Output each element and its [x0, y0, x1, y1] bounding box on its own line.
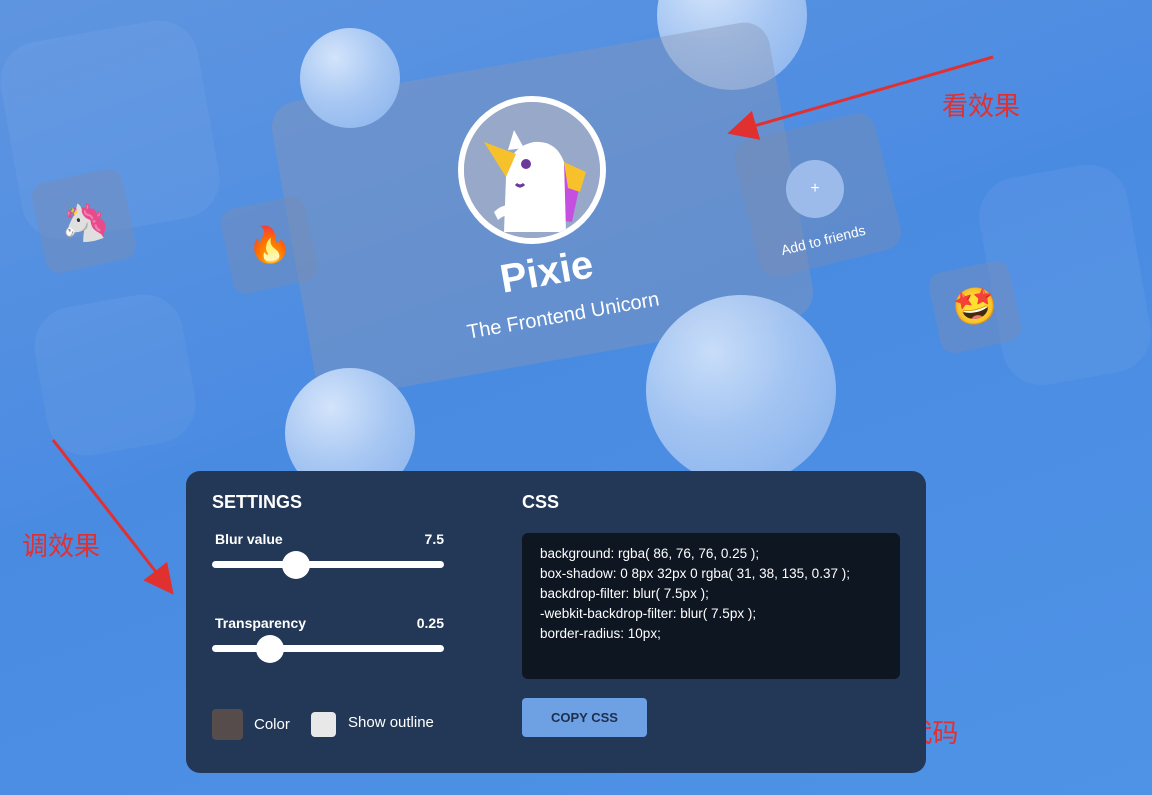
background-orb [646, 295, 836, 485]
unicorn-avatar [458, 96, 606, 244]
show-outline-checkbox[interactable] [311, 712, 336, 737]
view-effect-annotation: 看效果 [942, 92, 1021, 122]
css-line: background: rgba( 86, 76, 76, 0.25 ); [540, 546, 760, 561]
unicorn-tile: 🦄 [29, 166, 139, 276]
settings-title: SETTINGS [212, 492, 303, 512]
color-picker[interactable] [212, 709, 243, 740]
css-line: backdrop-filter: blur( 7.5px ); [540, 586, 709, 601]
add-friend-button[interactable]: + [786, 160, 844, 218]
unicorn-icon [464, 102, 600, 238]
fire-tile: 🔥 [217, 193, 321, 297]
fire-emoji-icon: 🔥 [242, 219, 296, 270]
copy-css-button[interactable]: COPY CSS [522, 698, 647, 737]
css-code-block[interactable]: background: rgba( 86, 76, 76, 0.25 ); bo… [522, 533, 900, 679]
adjust-effect-arrow [51, 439, 174, 595]
blur-slider-track[interactable] [212, 561, 444, 568]
plus-icon: + [810, 180, 820, 197]
css-line: -webkit-backdrop-filter: blur( 7.5px ); [540, 606, 757, 621]
transparency-label: Transparency [215, 615, 307, 631]
css-line: border-radius: 10px; [540, 626, 661, 641]
transparency-value: 0.25 [416, 615, 444, 631]
blur-value: 7.5 [424, 531, 444, 547]
show-outline-label: Show outline [348, 714, 434, 731]
unicorn-emoji-icon: 🦄 [55, 194, 114, 249]
star-struck-emoji-icon: 🤩 [948, 281, 1002, 332]
css-line: box-shadow: 0 8px 32px 0 rgba( 31, 38, 1… [540, 566, 850, 581]
background-tile [28, 288, 202, 462]
blur-slider-thumb[interactable] [281, 551, 310, 579]
blur-label: Blur value [215, 531, 283, 547]
background-orb [300, 28, 400, 128]
star-struck-tile: 🤩 [926, 258, 1024, 356]
css-title: CSS [522, 492, 560, 512]
transparency-slider-track[interactable] [212, 645, 444, 652]
adjust-effect-annotation: 调效果 [22, 532, 101, 562]
transparency-slider-thumb[interactable] [256, 635, 284, 663]
color-label: Color [254, 716, 290, 733]
